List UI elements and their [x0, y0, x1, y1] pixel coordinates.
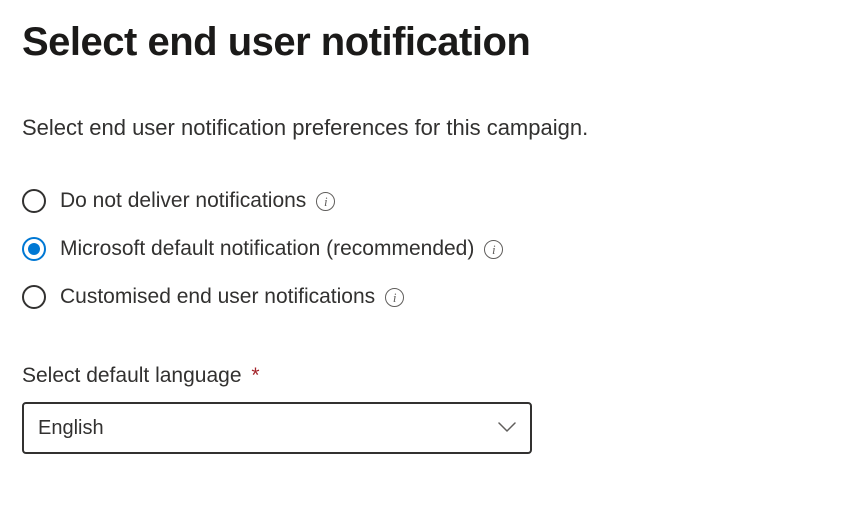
info-icon[interactable]: i — [484, 240, 503, 259]
required-asterisk: * — [251, 364, 259, 387]
language-field-label: Select default language * — [22, 364, 843, 388]
radio-option-customised[interactable]: Customised end user notifications i — [22, 285, 843, 309]
radio-label: Customised end user notifications — [60, 285, 375, 309]
page-title: Select end user notification — [22, 20, 843, 65]
language-select[interactable]: English — [22, 402, 532, 454]
language-select-wrapper: English — [22, 402, 532, 454]
radio-button-icon — [22, 189, 46, 213]
radio-label: Do not deliver notifications — [60, 189, 306, 213]
info-icon[interactable]: i — [385, 288, 404, 307]
language-select-value: English — [38, 417, 104, 440]
radio-button-icon — [22, 285, 46, 309]
page-description: Select end user notification preferences… — [22, 115, 843, 141]
language-label-text: Select default language — [22, 364, 242, 387]
radio-option-microsoft-default[interactable]: Microsoft default notification (recommen… — [22, 237, 843, 261]
radio-label: Microsoft default notification (recommen… — [60, 237, 474, 261]
radio-button-icon — [22, 237, 46, 261]
info-icon[interactable]: i — [316, 192, 335, 211]
radio-option-no-notifications[interactable]: Do not deliver notifications i — [22, 189, 843, 213]
notification-radio-group: Do not deliver notifications i Microsoft… — [22, 189, 843, 309]
